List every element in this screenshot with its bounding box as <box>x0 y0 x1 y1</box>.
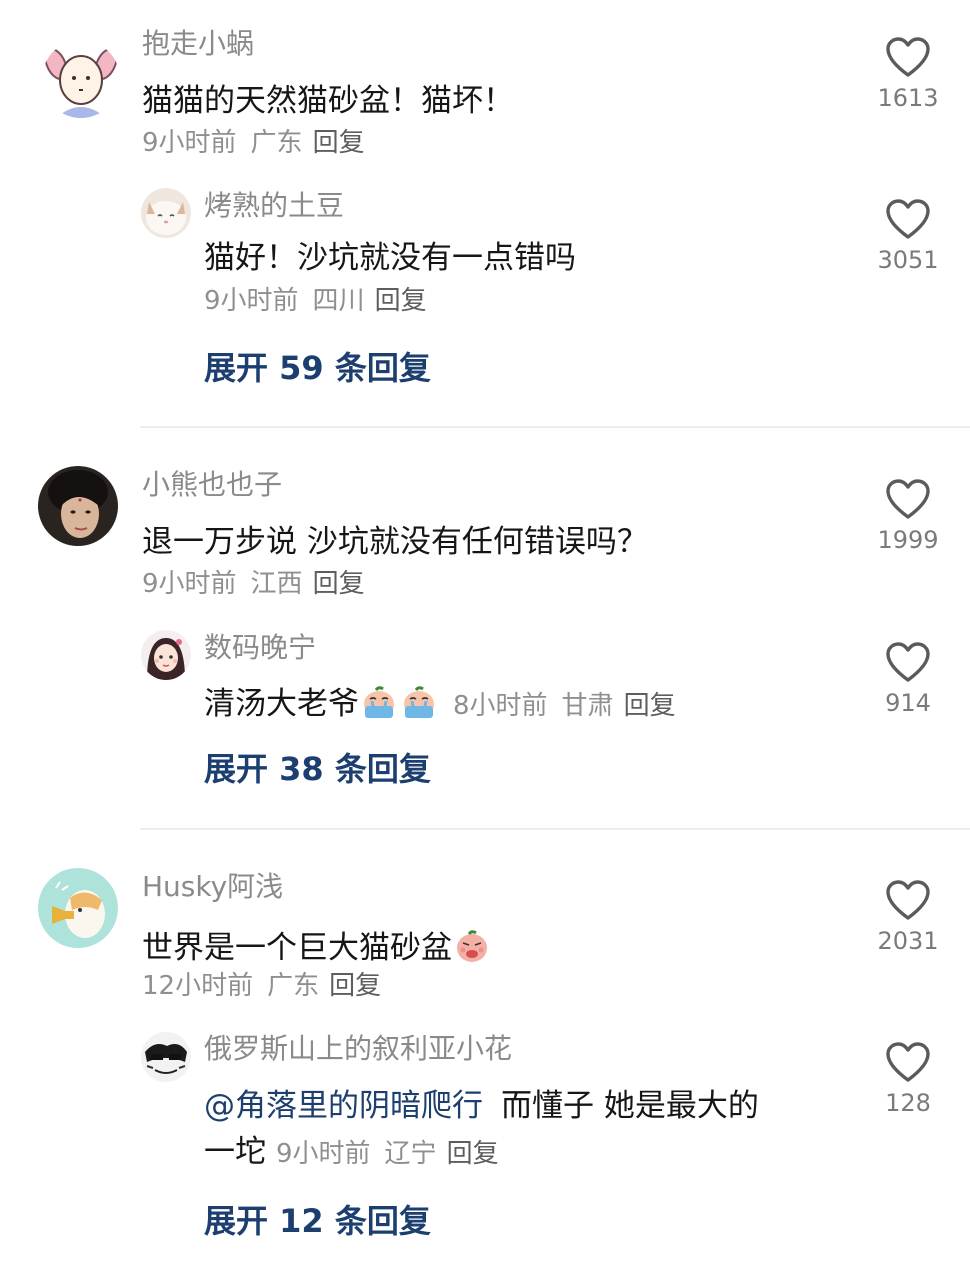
comment-text: 退一万步说 沙坑就没有任何错误吗？ <box>142 524 648 560</box>
heart-outline-icon <box>886 37 930 77</box>
comment-meta: 9小时前 广东 回复 <box>142 130 365 156</box>
avatar[interactable] <box>42 40 120 118</box>
like-button[interactable]: 2031 <box>863 879 953 953</box>
like-count: 128 <box>885 1089 931 1117</box>
crying-peach-emoji <box>359 684 399 726</box>
avatar[interactable] <box>141 1032 191 1082</box>
username[interactable]: 烤熟的土豆 <box>204 192 344 220</box>
heart-outline-icon <box>886 479 930 519</box>
comment-text: @角落里的阴暗爬行 而懂子 她是最大的 <box>204 1091 759 1122</box>
timestamp: 9小时前 <box>142 569 237 599</box>
location: 辽宁 <box>384 1139 437 1169</box>
avatar[interactable] <box>141 630 191 680</box>
timestamp: 9小时前 <box>142 128 237 158</box>
like-button[interactable]: 128 <box>863 1041 953 1115</box>
comment-text-body: 世界是一个巨大猫砂盆 <box>142 930 452 966</box>
heart-outline-icon <box>886 642 930 682</box>
comment-text-body: 而懂子 她是最大的 <box>501 1088 759 1124</box>
like-count: 1613 <box>877 84 939 112</box>
comment-text-body: 清汤大老爷 <box>204 686 359 722</box>
comment-text: 猫好！沙坑就没有一点错吗 <box>204 240 576 276</box>
timestamp: 12小时前 <box>142 971 254 1001</box>
divider <box>140 426 970 428</box>
location: 广东 <box>250 128 303 158</box>
expand-replies-button[interactable]: 展开 38 条回复 <box>204 753 431 785</box>
comment-text: 清汤大老爷 8小时前 甘肃 回复 <box>204 684 676 726</box>
location: 江西 <box>250 569 303 599</box>
comment-meta: 9小时前 四川 回复 <box>204 288 427 314</box>
comment-text: 一坨 9小时前 辽宁 回复 <box>204 1137 499 1168</box>
timestamp: 8小时前 <box>453 691 548 721</box>
username[interactable]: Husky阿浅 <box>142 873 283 901</box>
like-count: 1999 <box>877 526 939 554</box>
reply-button[interactable]: 回复 <box>313 569 365 599</box>
heart-outline-icon <box>886 880 930 920</box>
like-button[interactable]: 1613 <box>863 36 953 110</box>
timestamp: 9小时前 <box>276 1139 371 1169</box>
comment-meta: 9小时前 辽宁 回复 <box>276 1139 499 1169</box>
like-button[interactable]: 914 <box>863 641 953 715</box>
comment-meta: 9小时前 江西 回复 <box>142 571 365 597</box>
like-count: 3051 <box>877 246 939 274</box>
reply-button[interactable]: 回复 <box>329 971 381 1001</box>
location: 甘肃 <box>561 691 614 721</box>
timestamp: 9小时前 <box>204 286 299 316</box>
username[interactable]: 小熊也也子 <box>142 471 282 499</box>
location: 广东 <box>267 971 320 1001</box>
like-count: 2031 <box>877 927 939 955</box>
heart-outline-icon <box>886 199 930 239</box>
username[interactable]: 数码晚宁 <box>204 634 316 662</box>
avatar[interactable] <box>38 466 118 546</box>
divider <box>140 828 970 830</box>
location: 四川 <box>312 286 365 316</box>
comment-text-body: 一坨 <box>204 1134 266 1170</box>
peach-face-emoji <box>452 928 492 970</box>
avatar[interactable] <box>141 188 191 238</box>
comment-text: 猫猫的天然猫砂盆！猫坏！ <box>142 83 514 119</box>
reply-button[interactable]: 回复 <box>313 128 365 158</box>
like-button[interactable]: 1999 <box>863 478 953 552</box>
reply-button[interactable]: 回复 <box>375 286 427 316</box>
avatar[interactable] <box>38 868 118 948</box>
expand-replies-button[interactable]: 展开 59 条回复 <box>204 352 431 384</box>
like-count: 914 <box>885 689 931 717</box>
like-button[interactable]: 3051 <box>863 198 953 272</box>
mention-link[interactable]: @角落里的阴暗爬行 <box>204 1088 483 1124</box>
heart-outline-icon <box>886 1042 930 1082</box>
reply-button[interactable]: 回复 <box>447 1139 499 1169</box>
expand-replies-button[interactable]: 展开 12 条回复 <box>204 1205 431 1237</box>
username[interactable]: 抱走小蜗 <box>142 30 254 58</box>
comment-text: 世界是一个巨大猫砂盆 <box>142 928 492 970</box>
username[interactable]: 俄罗斯山上的叙利亚小花 <box>204 1035 512 1063</box>
comment-meta: 8小时前 甘肃 回复 <box>453 691 676 721</box>
comment-meta: 12小时前 广东 回复 <box>142 973 381 999</box>
reply-button[interactable]: 回复 <box>624 691 676 721</box>
crying-peach-emoji <box>399 684 439 726</box>
